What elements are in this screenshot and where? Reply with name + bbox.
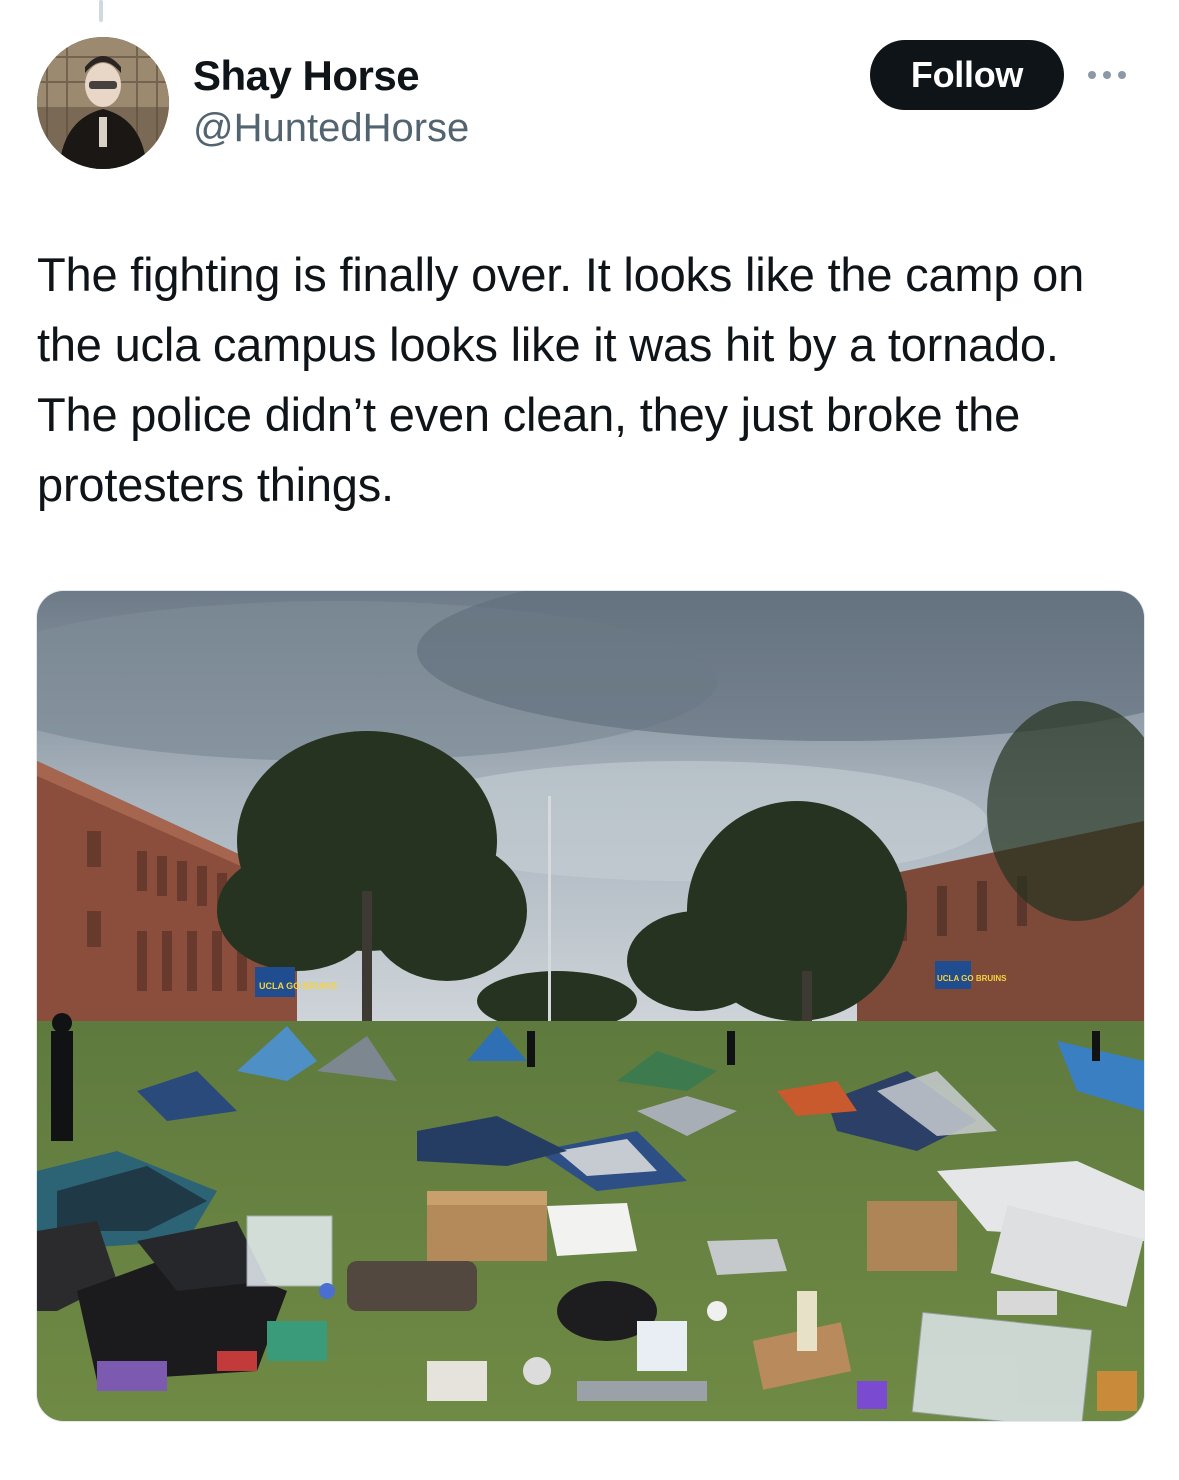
more-dot	[1118, 71, 1126, 79]
campus-photo-image: UCLA GO BRUINS UCLA GO BRUINS	[37, 591, 1144, 1421]
thread-connector-line	[99, 0, 103, 22]
profile-avatar-icon	[37, 37, 169, 169]
follow-button[interactable]: Follow	[870, 40, 1064, 110]
avatar[interactable]	[37, 37, 169, 169]
more-dot	[1088, 71, 1096, 79]
more-dot	[1103, 71, 1111, 79]
tweet-text: The fighting is finally over. It looks l…	[37, 248, 1085, 511]
banner-text-left: UCLA GO BRUINS	[259, 981, 337, 991]
author-info[interactable]: Shay Horse @HuntedHorse	[193, 50, 469, 154]
banner-text-right: UCLA GO BRUINS	[937, 974, 1007, 983]
more-options-icon[interactable]	[1088, 60, 1140, 90]
author-display-name[interactable]: Shay Horse	[193, 50, 469, 102]
author-handle[interactable]: @HuntedHorse	[193, 102, 469, 154]
tweet-photo[interactable]: UCLA GO BRUINS UCLA GO BRUINS	[36, 590, 1145, 1422]
